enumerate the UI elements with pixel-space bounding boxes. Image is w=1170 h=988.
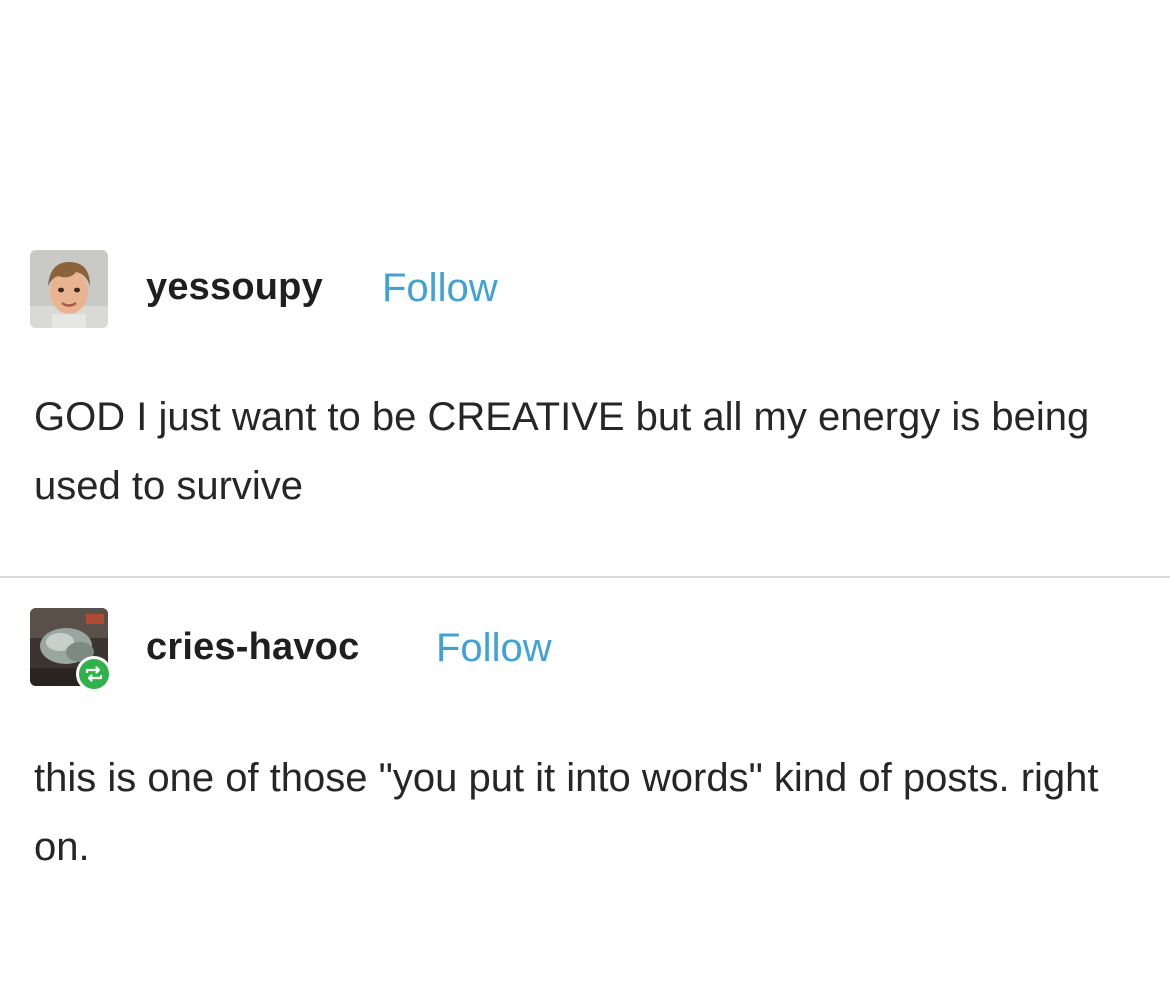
- post-header: yessoupy Follow: [0, 250, 1170, 334]
- post-text: GOD I just want to be CREATIVE but all m…: [34, 395, 1090, 508]
- avatar-yessoupy[interactable]: [30, 250, 108, 328]
- post-text: this is one of those "you put it into wo…: [34, 756, 1099, 869]
- post-yessoupy: yessoupy Follow GOD I just want to be CR…: [0, 250, 1170, 508]
- username[interactable]: yessoupy: [146, 266, 323, 309]
- reblog-badge: [76, 656, 112, 692]
- post-header: cries-havoc Follow: [0, 608, 1170, 692]
- post-cries-havoc: cries-havoc Follow this is one of those …: [0, 608, 1170, 869]
- post-divider: [0, 576, 1170, 578]
- reblog-icon: [85, 666, 103, 682]
- username[interactable]: cries-havoc: [146, 626, 359, 669]
- follow-button[interactable]: Follow: [382, 266, 498, 311]
- follow-button[interactable]: Follow: [436, 626, 552, 671]
- child-portrait-icon: [30, 250, 108, 328]
- avatar-cries-havoc[interactable]: [30, 608, 112, 692]
